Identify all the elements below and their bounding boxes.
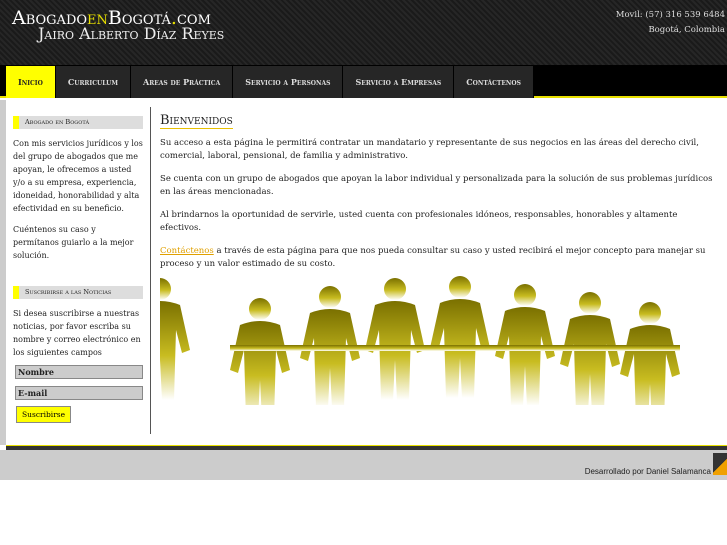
main-nav: Inicio Curriculum Areas de Práctica Serv… bbox=[0, 65, 727, 98]
about-heading: Abogado en Bogotá bbox=[13, 116, 143, 129]
main-content: Bienvenidos Su acceso a esta página le p… bbox=[160, 114, 720, 281]
developer-credit[interactable]: Desarrollado por Daniel Salamanca bbox=[585, 467, 711, 476]
phone: Movil: (57) 316 539 6484 bbox=[615, 10, 725, 20]
name-input[interactable] bbox=[15, 365, 143, 379]
tab-contactenos[interactable]: Contáctenos bbox=[454, 66, 534, 98]
tab-servicio-empresas[interactable]: Servicio a Empresas bbox=[343, 66, 455, 98]
developer-logo-icon bbox=[713, 453, 727, 475]
tab-curriculum[interactable]: Curriculum bbox=[55, 66, 131, 98]
contact-info: Movil: (57) 316 539 6484 Bogotá, Colombi… bbox=[616, 8, 725, 38]
column-divider bbox=[150, 107, 151, 434]
news-text: Si desea suscribirse a nuestras noticias… bbox=[13, 309, 141, 357]
tab-areas-de-practica[interactable]: Areas de Práctica bbox=[131, 66, 234, 98]
service-paragraph: Al brindarnos la oportunidad de servirle… bbox=[160, 210, 678, 233]
tab-inicio[interactable]: Inicio bbox=[6, 66, 56, 98]
people-illustration bbox=[160, 276, 680, 405]
about-text-2: Cuéntenos su caso y permítanos guiarlo a… bbox=[13, 225, 134, 260]
intro-paragraph: Su acceso a esta página le permitirá con… bbox=[160, 138, 699, 161]
contact-link[interactable]: Contáctenos bbox=[160, 246, 214, 256]
city: Bogotá, Colombia bbox=[648, 25, 725, 35]
about-text: Con mis servicios jurídicos y los del gr… bbox=[13, 139, 143, 213]
page-title: Bienvenidos bbox=[160, 113, 233, 129]
header: AbogadoenBogotá.com Jairo Alberto Díaz R… bbox=[0, 0, 727, 65]
email-input[interactable] bbox=[15, 386, 143, 400]
news-heading: Suscribirse a las Noticias bbox=[13, 286, 143, 299]
team-paragraph: Se cuenta con un grupo de abogados que a… bbox=[160, 174, 713, 197]
footer: Desarrollado por Daniel Salamanca bbox=[0, 450, 727, 480]
tab-servicio-personas[interactable]: Servicio a Personas bbox=[233, 66, 344, 98]
left-strip bbox=[0, 100, 6, 445]
subscribe-button[interactable]: Suscribirse bbox=[16, 406, 72, 423]
contact-text: a través de esta página para que nos pue… bbox=[160, 246, 706, 269]
sidebar: Abogado en Bogotá Con mis servicios jurí… bbox=[13, 100, 143, 423]
site-subtitle: Jairo Alberto Díaz Reyes bbox=[38, 24, 225, 43]
contact-paragraph: Contáctenos a través de esta página para… bbox=[160, 245, 720, 271]
